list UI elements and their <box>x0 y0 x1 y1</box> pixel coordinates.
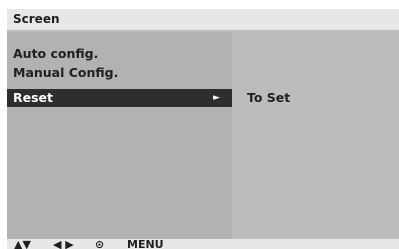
key-hint-bar: ▲▼ ◀ ▶ ⊙ MENU <box>7 239 399 249</box>
menu-list: Auto config. Manual Config. Reset ► <box>7 32 232 239</box>
menu-item-manual-config[interactable]: Manual Config. <box>7 64 232 82</box>
up-down-arrows-icon: ▲▼ <box>14 239 31 249</box>
menu-key-label: MENU <box>127 239 164 249</box>
ok-button-icon: ⊙ <box>95 239 105 249</box>
menu-item-auto-config[interactable]: Auto config. <box>7 45 232 63</box>
menu-title: Screen <box>7 9 399 30</box>
menu-item-label: Manual Config. <box>13 65 119 80</box>
left-right-arrows-icon: ◀ ▶ <box>53 239 74 249</box>
submenu-arrow-icon: ► <box>213 93 220 103</box>
menu-item-label: Reset <box>13 90 53 105</box>
osd-window: Screen Auto config. Manual Config. Reset… <box>7 9 399 249</box>
submenu-panel: To Set <box>233 32 399 239</box>
menu-item-label: Auto config. <box>13 46 99 61</box>
menu-item-reset[interactable]: Reset ► <box>7 89 232 107</box>
submenu-option-to-set[interactable]: To Set <box>247 89 290 107</box>
